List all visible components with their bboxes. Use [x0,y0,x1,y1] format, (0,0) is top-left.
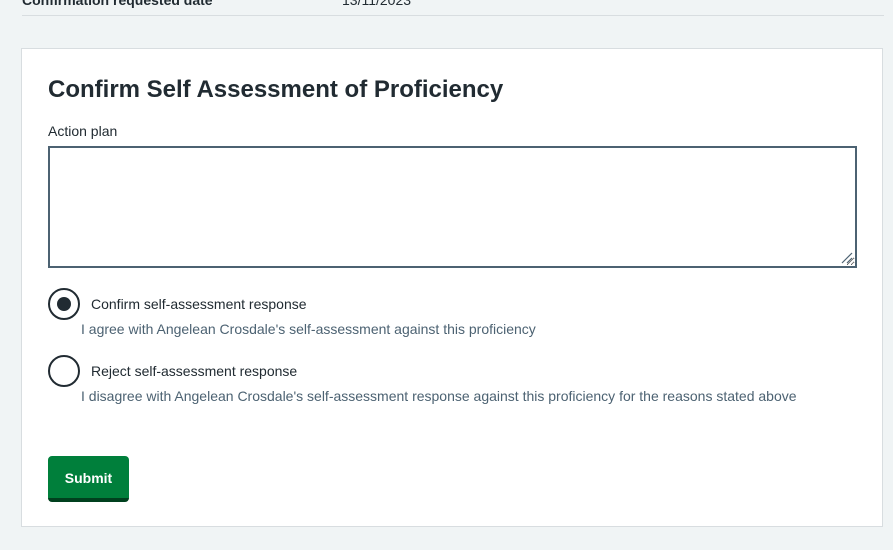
action-plan-label: Action plan [48,123,118,139]
radio-selected-icon[interactable] [48,288,80,320]
radio-unselected-icon[interactable] [48,355,80,387]
summary-row-confirmation-date: Confirmation requested date 13/11/2023 [22,0,884,16]
summary-row-key: Confirmation requested date [22,0,213,8]
page-title: Confirm Self Assessment of Proficiency [48,76,504,103]
radio-dot [57,297,71,311]
confirm-option-hint: I agree with Angelean Crosdale's self-as… [81,321,536,337]
confirm-assessment-card: Confirm Self Assessment of Proficiency A… [21,48,883,527]
reject-option-hint: I disagree with Angelean Crosdale's self… [81,388,797,404]
action-plan-textarea[interactable] [48,146,857,268]
summary-row-value: 13/11/2023 [342,0,412,8]
submit-button[interactable]: Submit [48,456,129,502]
confirm-option-label[interactable]: Confirm self-assessment response [91,295,307,313]
reject-option-label[interactable]: Reject self-assessment response [91,362,297,380]
